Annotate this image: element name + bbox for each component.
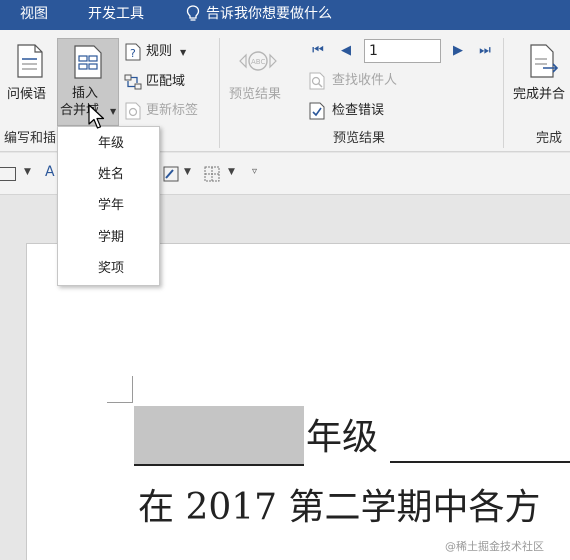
update-labels-button[interactable]: 更新标签 bbox=[146, 103, 198, 119]
match-fields-icon bbox=[124, 74, 142, 90]
borders-grid-icon[interactable] bbox=[204, 166, 220, 182]
dropdown-item-school-year[interactable]: 学年 bbox=[98, 198, 124, 214]
tell-me-text: 告诉我你想要做什么 bbox=[206, 6, 332, 22]
dropdown-item-semester[interactable]: 学期 bbox=[98, 230, 124, 246]
border-chevron-icon[interactable]: ▼ bbox=[24, 167, 31, 177]
svg-text:ABC: ABC bbox=[251, 58, 265, 66]
mouse-cursor-icon bbox=[88, 104, 105, 129]
tab-view[interactable]: 视图 bbox=[20, 5, 48, 23]
ribbon-separator bbox=[219, 38, 220, 148]
dropdown-item-name[interactable]: 姓名 bbox=[98, 167, 124, 183]
tab-developer[interactable]: 开发工具 bbox=[88, 5, 144, 23]
dropdown-item-grade[interactable]: 年级 bbox=[98, 136, 124, 152]
chevron-down-icon: ▼ bbox=[110, 107, 117, 116]
shading-chevron-icon[interactable]: ▼ bbox=[184, 167, 191, 177]
rules-button[interactable]: 规则 bbox=[146, 44, 172, 60]
insert-merge-field-label-1: 插入 bbox=[72, 86, 99, 101]
borders-chevron-icon[interactable]: ▼ bbox=[228, 167, 235, 177]
group-label-preview-results: 预览结果 bbox=[333, 131, 386, 146]
font-tool-icon[interactable]: A bbox=[45, 164, 55, 180]
find-recipient-button[interactable]: 查找收件人 bbox=[332, 73, 397, 89]
shading-icon[interactable] bbox=[163, 166, 179, 182]
rules-chevron-icon: ▼ bbox=[180, 48, 187, 57]
document-line-2-text: 在 2017 第二学期中各方 bbox=[138, 487, 541, 528]
rules-icon: ? bbox=[125, 43, 141, 61]
check-errors-icon bbox=[309, 102, 325, 120]
merge-field-placeholder[interactable] bbox=[134, 406, 304, 466]
margin-corner-mark bbox=[132, 376, 133, 403]
border-tool-icon[interactable] bbox=[0, 167, 16, 181]
svg-text:?: ? bbox=[130, 47, 136, 60]
watermark: @稀土掘金技术社区 bbox=[445, 540, 544, 553]
preview-results-icon: ABC bbox=[239, 51, 277, 71]
preview-results-button[interactable]: 预览结果 bbox=[229, 87, 281, 103]
update-labels-icon bbox=[125, 102, 141, 120]
match-fields-button[interactable]: 匹配域 bbox=[146, 74, 185, 90]
ribbon-separator bbox=[503, 38, 504, 148]
last-record-icon[interactable]: ⏭ bbox=[478, 44, 492, 58]
finish-merge-button[interactable]: 完成并合 bbox=[513, 87, 565, 103]
first-record-icon[interactable]: ⏮ bbox=[311, 44, 325, 58]
greeting-line-icon bbox=[17, 44, 43, 78]
find-recipient-icon bbox=[309, 72, 325, 90]
underline-blank bbox=[390, 461, 570, 463]
customize-toolbar-icon[interactable]: ▿ bbox=[252, 166, 257, 177]
check-errors-button[interactable]: 检查错误 bbox=[332, 103, 384, 119]
underline-blank bbox=[134, 464, 304, 466]
insert-merge-field-icon bbox=[74, 45, 102, 79]
merge-field-dropdown: 年级 姓名 学年 学期 奖项 bbox=[57, 126, 160, 286]
ribbon-tab-bar: 视图 开发工具 告诉我你想要做什么 bbox=[0, 0, 570, 30]
record-number-input[interactable]: 1 bbox=[364, 39, 441, 63]
document-line-1-text: 年级 bbox=[306, 417, 379, 458]
greeting-line-button[interactable]: 问候语 bbox=[7, 87, 46, 103]
previous-record-icon[interactable]: ◀ bbox=[339, 44, 353, 58]
lightbulb-icon bbox=[186, 5, 200, 21]
finish-merge-icon bbox=[530, 44, 559, 78]
group-label-finish: 完成 bbox=[536, 131, 563, 146]
tell-me-box[interactable]: 告诉我你想要做什么 bbox=[186, 5, 332, 23]
dropdown-item-award[interactable]: 奖项 bbox=[98, 261, 124, 277]
group-label-write-insert: 编写和插 bbox=[4, 131, 57, 146]
margin-corner-mark bbox=[107, 402, 133, 403]
next-record-icon[interactable]: ▶ bbox=[451, 44, 465, 58]
